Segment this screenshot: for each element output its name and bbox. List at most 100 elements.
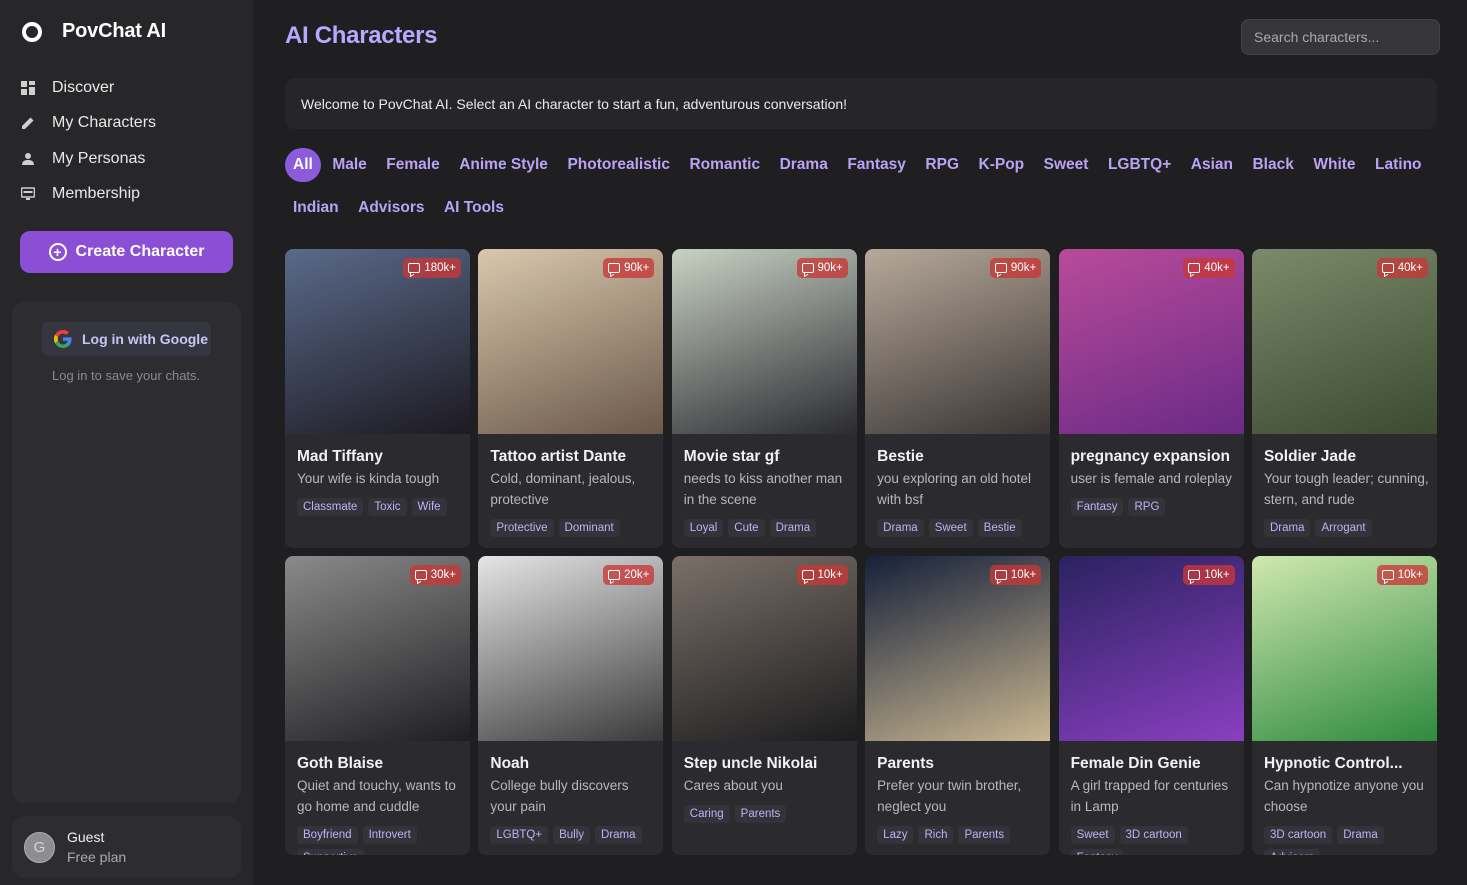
filter-chip-black[interactable]: Black: [1244, 148, 1301, 182]
character-card[interactable]: 10k+ Step uncle Nikolai Cares about you Car…: [671, 556, 857, 855]
filter-chip-romantic[interactable]: Romantic: [681, 148, 768, 182]
character-tag[interactable]: RPG: [1128, 498, 1166, 516]
character-tags: Caring Parents: [683, 805, 852, 823]
create-character-button[interactable]: + Create Character: [20, 231, 233, 273]
character-name: Tattoo artist Dante: [490, 448, 627, 465]
character-tag[interactable]: Lazy: [877, 826, 914, 844]
character-thumbnail: 90k+: [671, 249, 857, 434]
character-thumbnail: 40k+: [1251, 249, 1437, 434]
character-tag[interactable]: Cute: [728, 519, 765, 537]
filter-chip-female[interactable]: Female: [378, 148, 447, 182]
character-card[interactable]: 40k+ Soldier Jade Your tough leader; cunni…: [1251, 249, 1437, 548]
filter-chip-lgbtq[interactable]: LGBTQ+: [1100, 148, 1179, 182]
filter-chip-asian[interactable]: Asian: [1183, 148, 1241, 182]
character-name: Noah: [490, 755, 530, 772]
character-card[interactable]: 10k+ Hypnotic Control... Can hypnotize any…: [1251, 556, 1437, 855]
character-tag[interactable]: Rich: [918, 826, 954, 844]
sidebar-item-membership[interactable]: Membership: [20, 177, 235, 213]
character-tag[interactable]: Arrogant: [1315, 519, 1372, 537]
filter-chip-indian[interactable]: Indian: [285, 191, 347, 225]
character-card[interactable]: 30k+ Goth Blaise Quiet and touchy, wants t…: [285, 556, 470, 855]
character-name: Goth Blaise: [297, 755, 384, 772]
character-tag[interactable]: Bestie: [977, 519, 1022, 537]
character-tags: LGBTQ+ Bully Drama: [490, 826, 658, 844]
filter-chip-all[interactable]: All: [285, 148, 321, 182]
character-tag[interactable]: Wife: [411, 498, 447, 516]
filter-chip-fantasy[interactable]: Fantasy: [839, 148, 914, 182]
character-tag[interactable]: Drama: [769, 519, 817, 537]
filter-chip-photorealistic[interactable]: Photorealistic: [559, 148, 678, 182]
character-card[interactable]: 40k+ pregnancy expansion user is female an…: [1058, 249, 1244, 548]
google-login-button[interactable]: Log in with Google: [42, 322, 211, 356]
character-thumbnail: 90k+: [478, 249, 664, 434]
character-tag[interactable]: LGBTQ+: [490, 826, 549, 844]
character-card[interactable]: 90k+ Tattoo artist Dante Cold, dominant, j…: [478, 249, 664, 548]
character-tag[interactable]: Drama: [1263, 519, 1311, 537]
chat-count: 90k+: [817, 262, 843, 274]
character-tag[interactable]: Introvert: [362, 826, 417, 844]
filter-chip-latino[interactable]: Latino: [1367, 148, 1430, 182]
character-tag[interactable]: Supportive: [297, 849, 364, 855]
character-tag[interactable]: 3D cartoon: [1119, 826, 1188, 844]
chat-count-badge: 10k+: [1376, 565, 1428, 585]
character-tag[interactable]: Fantasy: [1070, 498, 1124, 516]
chat-count: 10k+: [1204, 569, 1230, 581]
filter-chip-anime-style[interactable]: Anime Style: [451, 148, 556, 182]
character-description: needs to kiss another man in the scene: [683, 471, 843, 507]
chat-bubble-icon: [408, 263, 421, 273]
character-description: Prefer your twin brother, neglect you: [877, 778, 1022, 814]
filter-chip-advisors[interactable]: Advisors: [350, 191, 432, 225]
character-tag[interactable]: Advisors: [1263, 849, 1321, 855]
pencil-icon: [20, 115, 36, 131]
character-tag[interactable]: Fantasy: [1070, 849, 1124, 855]
chat-bubble-icon: [1381, 570, 1394, 580]
sidebar-item-my-characters[interactable]: My Characters: [20, 106, 235, 142]
character-description: you exploring an old hotel with bsf: [877, 471, 1032, 507]
character-tag[interactable]: Boyfriend: [297, 826, 358, 844]
character-tag[interactable]: Drama: [877, 519, 924, 537]
character-name: Female Din Genie: [1070, 755, 1201, 772]
character-card[interactable]: 180k+ Mad Tiffany Your wife is kinda tough…: [285, 249, 470, 548]
filter-chip-male[interactable]: Male: [324, 148, 374, 182]
character-card[interactable]: 20k+ Noah College bully discovers your pai…: [478, 556, 664, 855]
chat-count: 90k+: [1010, 262, 1037, 274]
character-card[interactable]: 10k+ Female Din Genie A girl trapped for c…: [1058, 556, 1244, 855]
person-icon: [20, 151, 36, 167]
sidebar: PovChat AI Discover My Characters My Per…: [0, 0, 253, 885]
sidebar-item-my-personas[interactable]: My Personas: [20, 141, 235, 177]
character-tags: Sweet3D cartoon Fantasy: [1070, 826, 1239, 855]
character-tag[interactable]: 3D cartoon: [1263, 826, 1333, 844]
grid-icon: [20, 80, 36, 96]
character-card[interactable]: 90k+ Bestie you exploring an old hotel wit…: [865, 249, 1051, 548]
character-tag[interactable]: Caring: [683, 805, 730, 823]
filter-chip-rpg[interactable]: RPG: [917, 148, 967, 182]
character-tag[interactable]: Parents: [958, 826, 1011, 844]
chat-bubble-icon: [608, 263, 621, 273]
character-tag[interactable]: Parents: [734, 805, 787, 823]
character-tag[interactable]: Bully: [553, 826, 591, 844]
character-tag[interactable]: Dominant: [558, 519, 620, 537]
character-thumbnail: 10k+: [1251, 556, 1437, 741]
sidebar-item-label: My Personas: [52, 149, 146, 167]
user-profile[interactable]: G Guest Free plan: [12, 816, 241, 878]
user-name: Guest: [67, 829, 105, 845]
character-tag[interactable]: Sweet: [1070, 826, 1115, 844]
sidebar-item-discover[interactable]: Discover: [20, 70, 235, 106]
brand[interactable]: PovChat AI: [22, 20, 166, 43]
character-card[interactable]: 90k+ Movie star gf needs to kiss another m…: [671, 249, 857, 548]
filter-chip-k-pop[interactable]: K-Pop: [971, 148, 1033, 182]
filter-chip-sweet[interactable]: Sweet: [1036, 148, 1097, 182]
chat-count-badge: 180k+: [403, 258, 461, 278]
character-tag[interactable]: Sweet: [928, 519, 973, 537]
character-tag[interactable]: Toxic: [368, 498, 407, 516]
character-tag[interactable]: Loyal: [683, 519, 724, 537]
character-card[interactable]: 10k+ Parents Prefer your twin brother, neg…: [865, 556, 1051, 855]
character-tag[interactable]: Classmate: [297, 498, 364, 516]
search-input[interactable]: [1241, 19, 1440, 55]
filter-chip-drama[interactable]: Drama: [772, 148, 836, 182]
filter-chip-ai-tools[interactable]: AI Tools: [436, 191, 512, 225]
character-tag[interactable]: Drama: [1337, 826, 1384, 844]
character-tag[interactable]: Protective: [490, 519, 554, 537]
character-tag[interactable]: Drama: [595, 826, 642, 844]
filter-chip-white[interactable]: White: [1305, 148, 1363, 182]
